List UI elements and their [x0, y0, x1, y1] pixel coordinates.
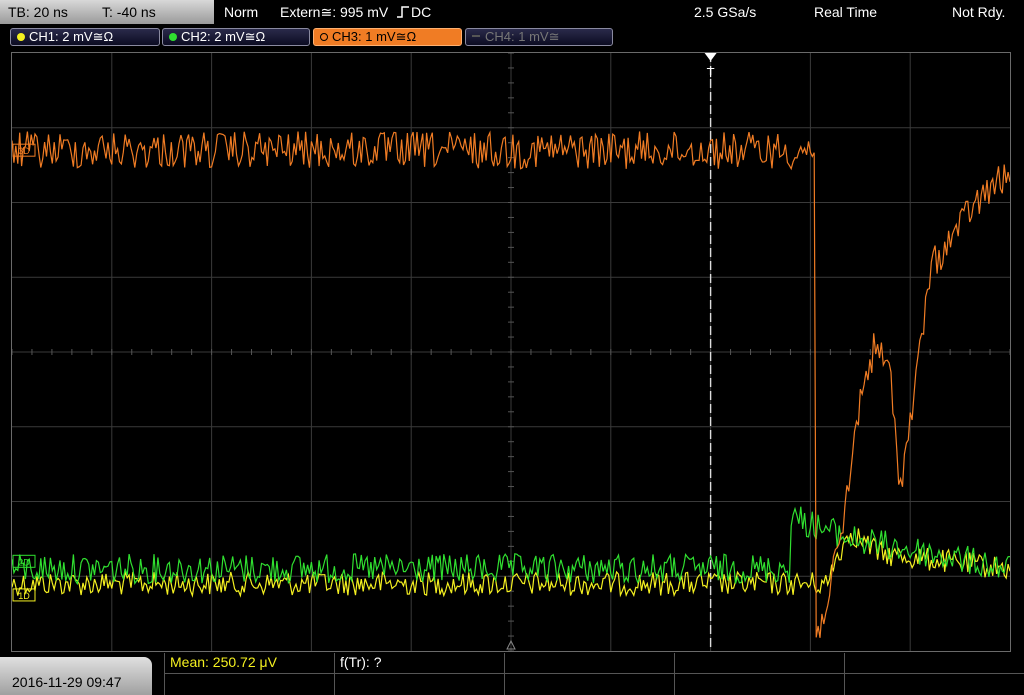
meas-cell-1 — [164, 653, 165, 695]
timebase-value: TB: 20 ns — [8, 4, 68, 20]
trigger-status: Not Rdy. — [952, 4, 1006, 20]
meas-cell-4 — [674, 653, 675, 695]
channel-1-label: CH1: 2 mV≅Ω — [29, 29, 114, 44]
trigger-edge-icon — [396, 4, 410, 20]
channel-3-button[interactable]: CH3: 1 mV≅Ω — [313, 28, 462, 46]
waveform-svg: T 3D 2D 1D — [12, 53, 1010, 651]
trigger-marker-label: T — [707, 65, 715, 80]
ch3-dot-icon — [320, 33, 328, 41]
frequency-measurement[interactable]: f(Tr): ? — [340, 654, 381, 670]
trigger-coupling[interactable]: DC — [411, 4, 431, 20]
datetime-panel: 2016-11-29 09:47 — [0, 657, 152, 695]
sample-rate: 2.5 GSa/s — [694, 4, 757, 20]
ch1-dot-icon — [17, 33, 25, 41]
channel-3-label: CH3: 1 mV≅Ω — [332, 29, 417, 44]
ch2-dot-icon — [169, 33, 177, 41]
ch4-dash-icon — [472, 35, 480, 37]
acquisition-mode: Real Time — [814, 4, 878, 20]
ch2-level-marker: 2D — [18, 557, 30, 567]
waveform-display[interactable]: T 3D 2D 1D — [11, 52, 1011, 652]
meas-cell-2 — [334, 653, 335, 695]
timebase-panel[interactable]: TB: 20 ns T: -40 ns — [0, 0, 214, 24]
trigger-offset-value: T: -40 ns — [102, 4, 156, 20]
datetime-value: 2016-11-29 09:47 — [12, 674, 122, 690]
status-bar: TB: 20 ns T: -40 ns Norm Extern≅: 995 mV… — [0, 0, 1024, 24]
channel-2-label: CH2: 2 mV≅Ω — [181, 29, 266, 44]
meas-cell-5 — [844, 653, 845, 695]
channel-bar: CH1: 2 mV≅Ω CH2: 2 mV≅Ω CH3: 1 mV≅Ω CH4:… — [0, 25, 1024, 49]
channel-1-button[interactable]: CH1: 2 mV≅Ω — [10, 28, 160, 46]
ch3-level-marker: 3D — [18, 146, 30, 156]
trigger-position-icon — [704, 53, 717, 61]
trigger-mode[interactable]: Norm — [224, 4, 258, 20]
channel-4-button[interactable]: CH4: 1 mV≅ — [465, 28, 613, 46]
trigger-source[interactable]: Extern≅: 995 mV — [280, 4, 388, 21]
ch1-level-marker: 1D — [18, 591, 30, 601]
channel-2-button[interactable]: CH2: 2 mV≅Ω — [162, 28, 310, 46]
meas-cell-3 — [504, 653, 505, 695]
channel-4-label: CH4: 1 mV≅ — [485, 29, 560, 44]
level-markers: 3D 2D 1D — [12, 143, 36, 602]
mean-measurement[interactable]: Mean: 250.72 μV — [170, 654, 277, 670]
measurement-divider — [164, 673, 1024, 674]
